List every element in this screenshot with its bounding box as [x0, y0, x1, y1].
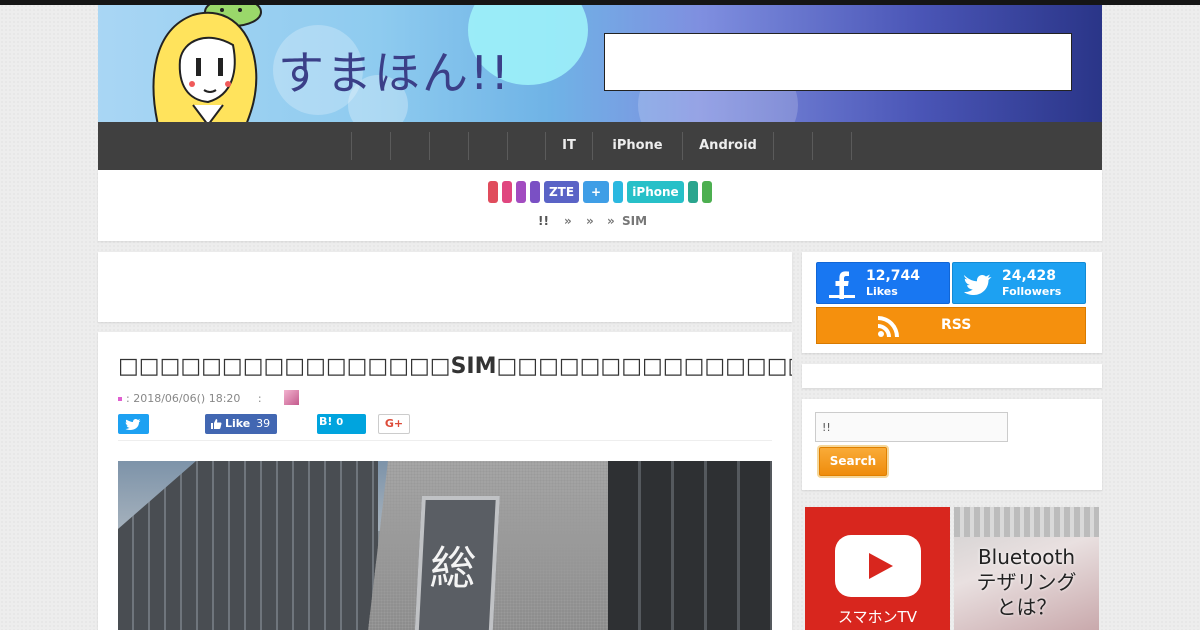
nav-item-it[interactable]: IT — [546, 122, 592, 170]
search-button[interactable]: Search — [819, 447, 887, 476]
search-input[interactable] — [815, 412, 1008, 442]
thumbnail-caption-line: Bluetooth — [977, 545, 1076, 569]
twitter-share-button[interactable] — [118, 414, 149, 434]
article-card: □□□□□□□□□□□□□□□□SIM□□□□□□□□□□□□□□□□□□□□ … — [98, 332, 792, 630]
site-logo[interactable]: すまほん!! — [278, 37, 511, 103]
tag-panel: ZTE + iPhone !! » » » SIM — [98, 170, 1102, 241]
nav-item-10[interactable] — [813, 122, 851, 170]
hero-building-right — [608, 461, 772, 630]
nav-item-4[interactable] — [469, 122, 507, 170]
date-prefix: : — [126, 392, 130, 405]
youtube-thumbnail[interactable]: スマホンTV — [805, 507, 950, 630]
twitter-followers-count: 24,428 — [1002, 268, 1057, 284]
tag-pill[interactable] — [688, 181, 698, 203]
nav-separator — [851, 132, 852, 160]
tag-pill[interactable] — [613, 181, 623, 203]
tag-pill[interactable] — [530, 181, 540, 203]
main-nav: IT iPhone Android — [98, 122, 1102, 170]
twitter-follow-box[interactable]: 24,428 Followers — [952, 262, 1086, 304]
tag-pill[interactable] — [516, 181, 526, 203]
twitter-followers-label: Followers — [1002, 285, 1062, 298]
thumbnail-caption-line: とは？ — [996, 595, 1057, 619]
ad-card[interactable] — [98, 252, 792, 322]
tag-pill[interactable] — [502, 181, 512, 203]
divider — [118, 440, 772, 441]
facebook-like-count: 39 — [256, 417, 271, 430]
thumbnail-caption-line: テザリング — [976, 570, 1077, 594]
hatena-count: 0 — [336, 417, 344, 428]
breadcrumb-separator: » — [586, 214, 594, 228]
social-card: 12,744 Likes 24,428 Followers RSS — [802, 252, 1102, 353]
nav-item-android[interactable]: Android — [683, 122, 773, 170]
rss-label: RSS — [941, 317, 972, 333]
author-avatar[interactable] — [284, 390, 299, 405]
facebook-likes-label: Likes — [866, 285, 898, 298]
hatena-bookmark-button[interactable]: B! 0 — [317, 414, 366, 434]
hero-sign: 総 — [414, 496, 500, 630]
nav-item-9[interactable] — [774, 122, 812, 170]
facebook-like-button[interactable]: Like 39 — [205, 414, 277, 434]
article-hero-image[interactable]: 総 — [118, 461, 772, 630]
author-separator: : — [257, 392, 262, 405]
breadcrumb-separator: » — [607, 214, 615, 228]
tag-pill[interactable] — [488, 181, 498, 203]
twitter-bird-icon — [125, 418, 141, 430]
facebook-icon — [829, 271, 855, 299]
nav-item-3[interactable] — [430, 122, 468, 170]
tag-pill-plus[interactable]: + — [583, 181, 609, 203]
nav-item-1[interactable] — [352, 122, 390, 170]
sidebar-empty-widget — [802, 364, 1102, 388]
hatena-label: B! — [319, 415, 333, 428]
thumbnail-caption: スマホンTV — [838, 608, 917, 626]
date-icon — [118, 397, 122, 401]
breadcrumb-home[interactable]: !! — [538, 214, 549, 228]
thumbnail-texture — [954, 507, 1099, 537]
header-ad-slot[interactable] — [604, 33, 1072, 91]
breadcrumb-current: SIM — [622, 214, 648, 228]
twitter-bird-icon — [964, 274, 992, 295]
thumbnail-caption: Bluetooth テザリング とは？ — [954, 545, 1099, 620]
facebook-follow-box[interactable]: 12,744 Likes — [816, 262, 950, 304]
tag-pill[interactable] — [702, 181, 712, 203]
article-title[interactable]: □□□□□□□□□□□□□□□□SIM□□□□□□□□□□□□□□□□□□□□ — [118, 354, 792, 379]
article-meta: : 2018/06/06() 18:20 : — [118, 392, 262, 405]
rss-icon — [878, 316, 899, 337]
nav-item-5[interactable] — [508, 122, 545, 170]
header-banner: すまほん!! — [98, 5, 1102, 122]
hero-sign-char: 総 — [428, 541, 478, 595]
facebook-like-label: Like — [225, 417, 251, 430]
mascot-illustration — [152, 5, 262, 122]
tag-pill-zte[interactable]: ZTE — [544, 181, 579, 203]
rss-button[interactable]: RSS — [816, 307, 1086, 344]
nav-item-iphone[interactable]: iPhone — [593, 122, 682, 170]
breadcrumb-separator: » — [564, 214, 572, 228]
article-date: 2018/06/06() 18:20 — [133, 392, 241, 405]
google-plus-button[interactable]: G+ — [378, 414, 410, 434]
youtube-play-icon — [835, 535, 921, 597]
search-card: Search — [802, 399, 1102, 490]
thumbs-up-icon — [211, 419, 222, 429]
bluetooth-thumbnail[interactable]: Bluetooth テザリング とは？ — [954, 507, 1099, 630]
nav-item-2[interactable] — [391, 122, 429, 170]
facebook-likes-count: 12,744 — [866, 268, 921, 284]
tag-pill-iphone[interactable]: iPhone — [627, 181, 684, 203]
